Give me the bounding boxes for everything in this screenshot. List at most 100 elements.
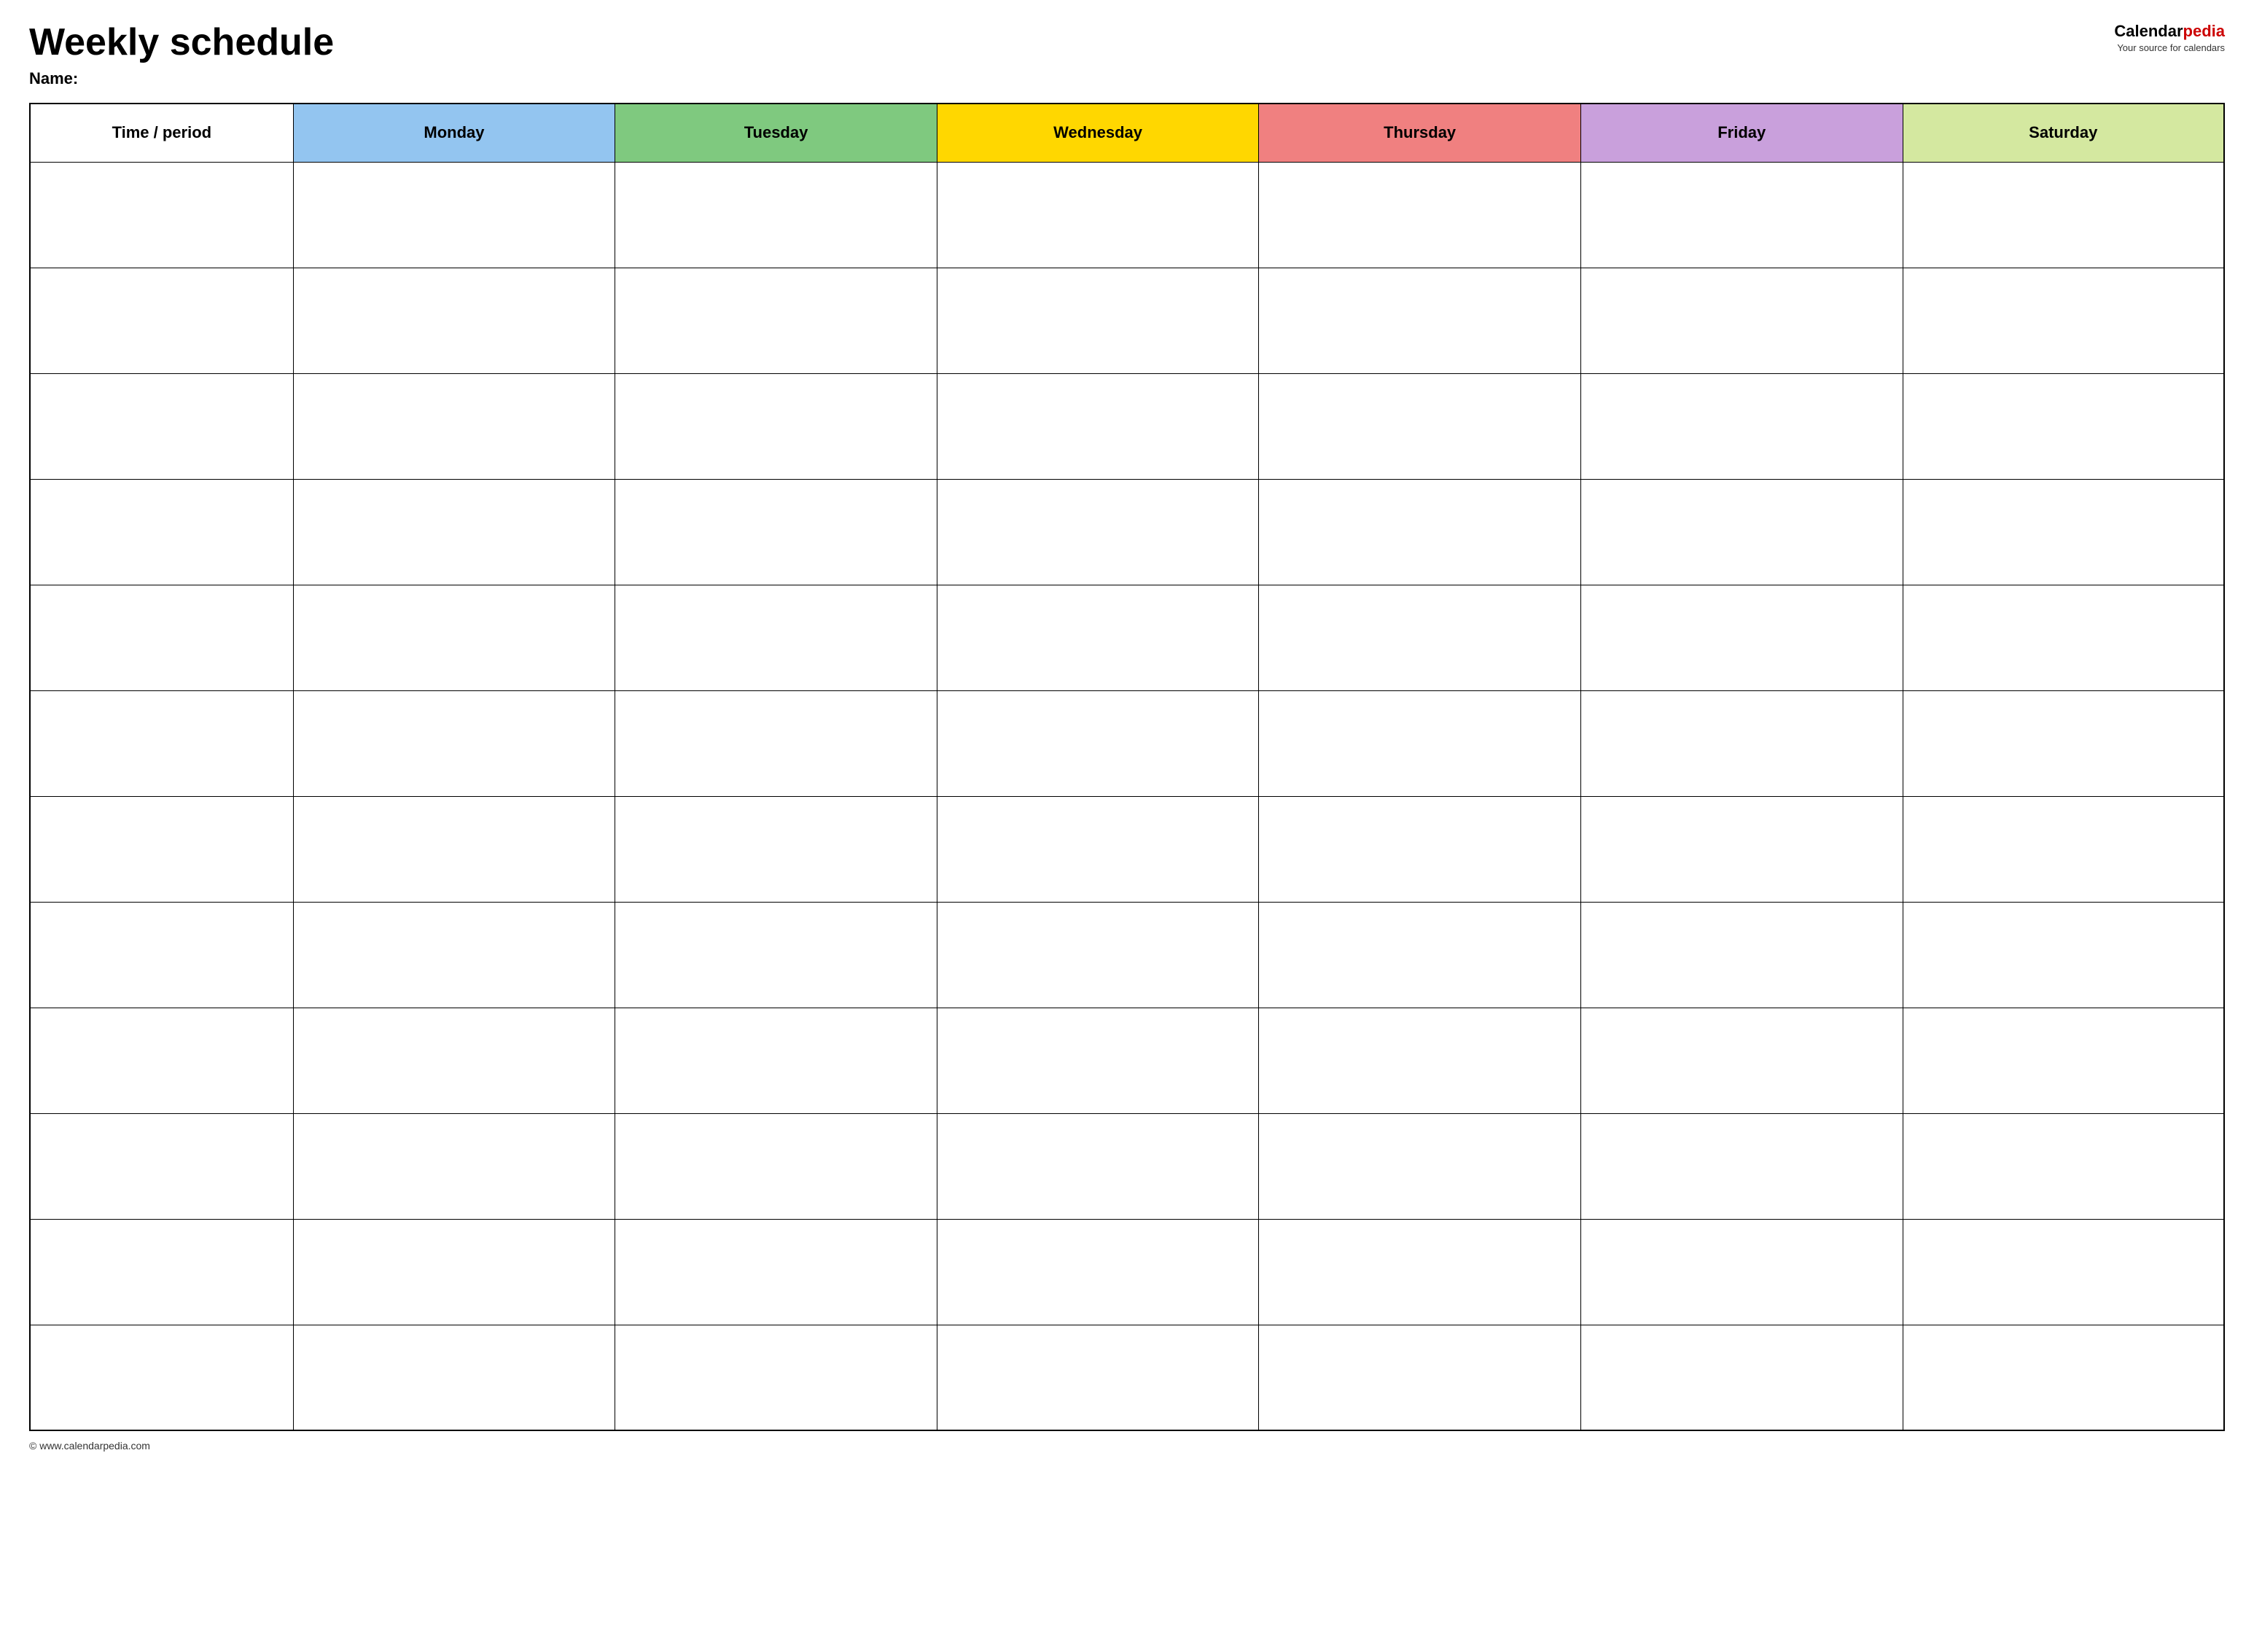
schedule-cell[interactable] [1580, 1325, 1903, 1430]
footer: © www.calendarpedia.com [29, 1440, 2225, 1452]
time-cell[interactable] [30, 479, 293, 585]
schedule-cell[interactable] [1259, 1325, 1581, 1430]
schedule-cell[interactable] [615, 1113, 937, 1219]
schedule-cell[interactable] [293, 162, 615, 268]
schedule-cell[interactable] [293, 373, 615, 479]
time-cell[interactable] [30, 162, 293, 268]
title-section: Weekly schedule Name: [29, 22, 334, 88]
schedule-cell[interactable] [1580, 268, 1903, 373]
header-wednesday: Wednesday [937, 104, 1259, 162]
schedule-cell[interactable] [937, 902, 1259, 1008]
schedule-cell[interactable] [615, 268, 937, 373]
time-cell[interactable] [30, 373, 293, 479]
header-monday: Monday [293, 104, 615, 162]
schedule-cell[interactable] [293, 1008, 615, 1113]
time-cell[interactable] [30, 690, 293, 796]
schedule-cell[interactable] [615, 373, 937, 479]
schedule-cell[interactable] [1259, 585, 1581, 690]
schedule-cell[interactable] [293, 796, 615, 902]
schedule-cell[interactable] [1259, 1113, 1581, 1219]
schedule-cell[interactable] [1903, 1219, 2224, 1325]
time-cell[interactable] [30, 1113, 293, 1219]
schedule-cell[interactable] [1580, 902, 1903, 1008]
schedule-cell[interactable] [615, 585, 937, 690]
schedule-cell[interactable] [1903, 1008, 2224, 1113]
table-row [30, 902, 2224, 1008]
schedule-cell[interactable] [937, 1325, 1259, 1430]
schedule-cell[interactable] [1903, 796, 2224, 902]
schedule-cell[interactable] [937, 479, 1259, 585]
schedule-cell[interactable] [937, 373, 1259, 479]
time-cell[interactable] [30, 902, 293, 1008]
schedule-cell[interactable] [1903, 585, 2224, 690]
table-header-row: Time / period Monday Tuesday Wednesday T… [30, 104, 2224, 162]
schedule-cell[interactable] [293, 690, 615, 796]
schedule-cell[interactable] [293, 1113, 615, 1219]
schedule-cell[interactable] [937, 585, 1259, 690]
schedule-cell[interactable] [937, 162, 1259, 268]
time-cell[interactable] [30, 585, 293, 690]
schedule-cell[interactable] [937, 1008, 1259, 1113]
logo-calendar: Calendar [2114, 22, 2183, 40]
schedule-cell[interactable] [293, 268, 615, 373]
table-row [30, 373, 2224, 479]
table-row [30, 1113, 2224, 1219]
schedule-cell[interactable] [1903, 162, 2224, 268]
schedule-cell[interactable] [937, 1219, 1259, 1325]
schedule-cell[interactable] [1580, 162, 1903, 268]
schedule-cell[interactable] [1259, 479, 1581, 585]
logo-section: Calendarpedia Your source for calendars [2114, 22, 2225, 53]
schedule-cell[interactable] [615, 690, 937, 796]
time-cell[interactable] [30, 1219, 293, 1325]
schedule-cell[interactable] [1903, 268, 2224, 373]
schedule-cell[interactable] [293, 479, 615, 585]
schedule-cell[interactable] [615, 1325, 937, 1430]
schedule-cell[interactable] [1903, 902, 2224, 1008]
table-row [30, 1325, 2224, 1430]
schedule-cell[interactable] [293, 902, 615, 1008]
schedule-cell[interactable] [1580, 1219, 1903, 1325]
schedule-cell[interactable] [1903, 1325, 2224, 1430]
schedule-cell[interactable] [1259, 1008, 1581, 1113]
schedule-cell[interactable] [1580, 1008, 1903, 1113]
schedule-cell[interactable] [615, 1219, 937, 1325]
header-friday: Friday [1580, 104, 1903, 162]
schedule-cell[interactable] [1580, 479, 1903, 585]
time-cell[interactable] [30, 1008, 293, 1113]
schedule-cell[interactable] [1259, 162, 1581, 268]
schedule-cell[interactable] [1903, 690, 2224, 796]
table-row [30, 690, 2224, 796]
schedule-cell[interactable] [1580, 796, 1903, 902]
time-cell[interactable] [30, 796, 293, 902]
schedule-cell[interactable] [1580, 690, 1903, 796]
schedule-cell[interactable] [293, 1325, 615, 1430]
schedule-cell[interactable] [1259, 373, 1581, 479]
schedule-cell[interactable] [615, 796, 937, 902]
schedule-cell[interactable] [1259, 796, 1581, 902]
schedule-cell[interactable] [1259, 690, 1581, 796]
schedule-cell[interactable] [293, 1219, 615, 1325]
schedule-cell[interactable] [1903, 479, 2224, 585]
schedule-cell[interactable] [1259, 268, 1581, 373]
schedule-cell[interactable] [1903, 1113, 2224, 1219]
schedule-cell[interactable] [615, 479, 937, 585]
schedule-cell[interactable] [1903, 373, 2224, 479]
schedule-cell[interactable] [937, 796, 1259, 902]
schedule-cell[interactable] [1259, 902, 1581, 1008]
time-cell[interactable] [30, 268, 293, 373]
schedule-cell[interactable] [615, 162, 937, 268]
schedule-cell[interactable] [937, 268, 1259, 373]
schedule-cell[interactable] [615, 1008, 937, 1113]
logo-tagline: Your source for calendars [2117, 42, 2225, 53]
schedule-cell[interactable] [937, 690, 1259, 796]
schedule-cell[interactable] [1259, 1219, 1581, 1325]
schedule-cell[interactable] [615, 902, 937, 1008]
schedule-cell[interactable] [1580, 1113, 1903, 1219]
schedule-cell[interactable] [1580, 585, 1903, 690]
time-cell[interactable] [30, 1325, 293, 1430]
logo-text: Calendarpedia [2114, 22, 2225, 41]
schedule-cell[interactable] [293, 585, 615, 690]
schedule-cell[interactable] [937, 1113, 1259, 1219]
weekly-schedule-table: Time / period Monday Tuesday Wednesday T… [29, 103, 2225, 1431]
schedule-cell[interactable] [1580, 373, 1903, 479]
